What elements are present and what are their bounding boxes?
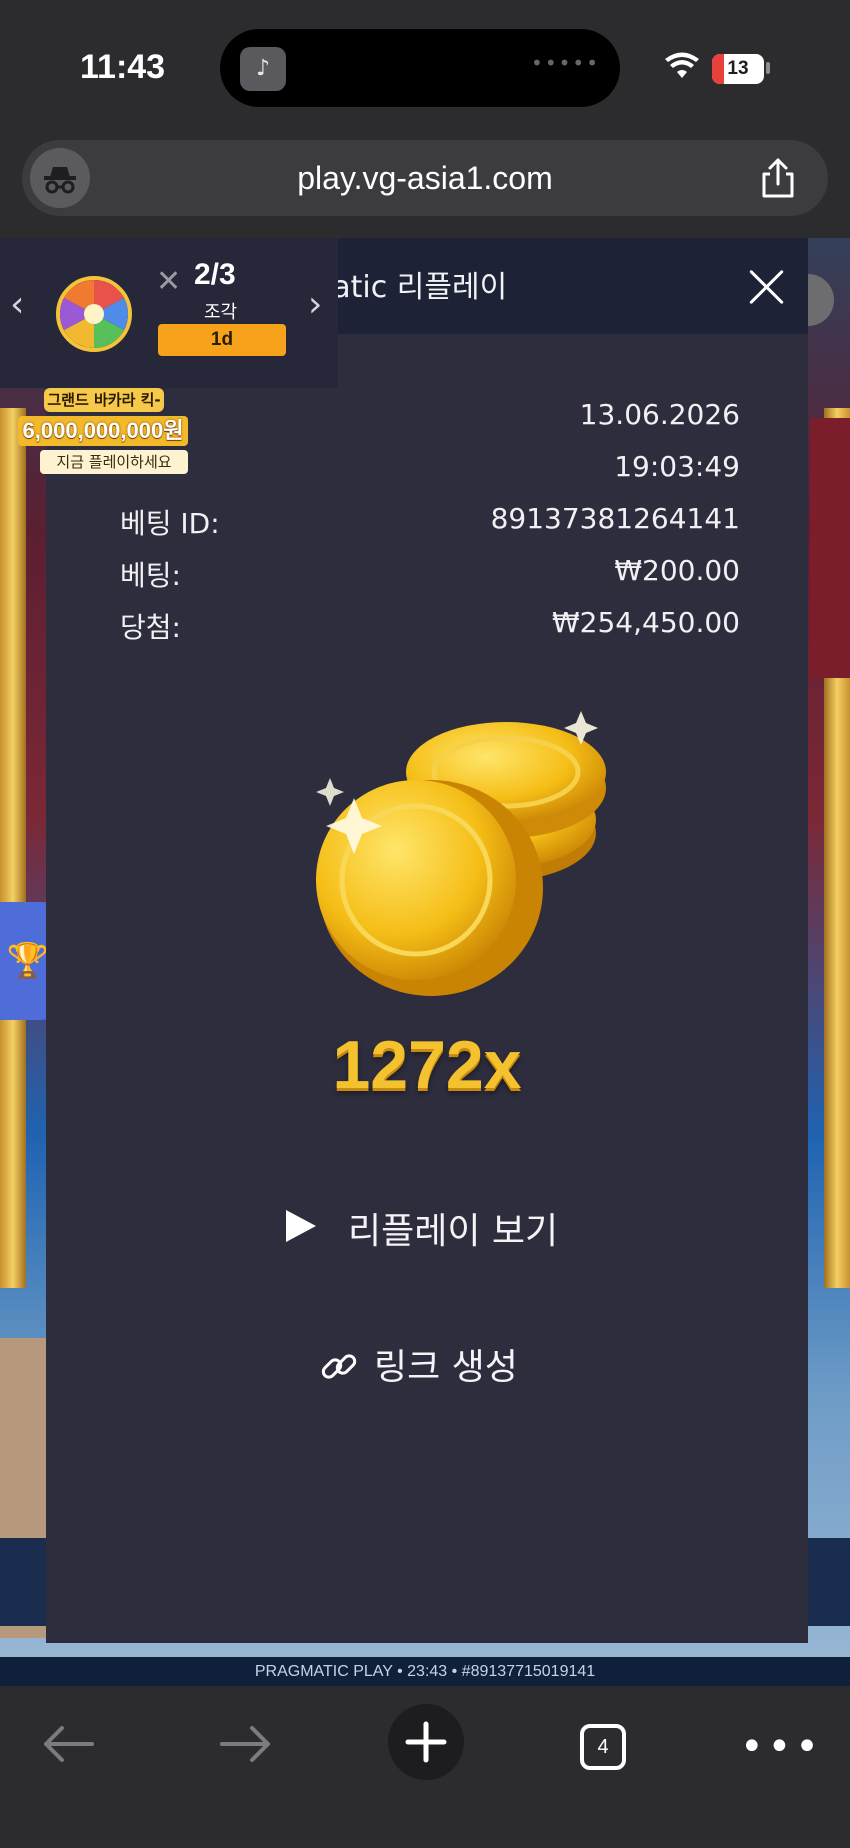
- timer-badge: 1d: [158, 324, 286, 356]
- win-multiplier: 1272x: [332, 1027, 522, 1103]
- screen: 11:43 ♪ ••••• 13 play.vg-asia1.com PRAGM…: [0, 0, 850, 1848]
- game-footer-text: PRAGMATIC PLAY • 23:43 • #89137715019141: [254, 1663, 596, 1680]
- win-value: ₩254,450.00: [551, 606, 740, 639]
- promo-banner[interactable]: 그랜드 바카라 킥-오프 6,000,000,000원 지금 플레이하세요: [18, 388, 188, 478]
- piece-label: 조각: [204, 302, 238, 323]
- dynamic-island: ♪ •••••: [220, 29, 620, 107]
- url-text[interactable]: play.vg-asia1.com: [22, 140, 828, 216]
- battery-icon: 13: [712, 54, 764, 84]
- piece-counter: 2/3: [194, 258, 236, 291]
- bet-id-value: 89137381264141: [490, 502, 740, 535]
- browser-toolbar: 4 •••: [0, 1686, 850, 1848]
- address-bar[interactable]: play.vg-asia1.com: [22, 140, 828, 216]
- dots-icon: •••••: [531, 51, 600, 75]
- time-row: 19:03:49: [120, 450, 740, 490]
- play-icon: [286, 1210, 316, 1242]
- plus-icon: [405, 1721, 447, 1763]
- bet-id-row: 베팅 ID: 89137381264141: [120, 502, 740, 542]
- promo-cta: 지금 플레이하세요: [40, 450, 188, 474]
- promo-amount: 6,000,000,000원: [18, 416, 188, 446]
- more-icon[interactable]: •••: [740, 1724, 823, 1770]
- wheel-icon[interactable]: [56, 276, 132, 352]
- game-footer: PRAGMATIC PLAY • 23:43 • #89137715019141: [0, 1657, 850, 1686]
- back-arrow-icon[interactable]: [40, 1724, 96, 1764]
- win-row: 당첨: ₩254,450.00: [120, 606, 740, 646]
- bet-id-label: 베팅 ID:: [120, 507, 220, 540]
- tabs-button[interactable]: 4: [580, 1724, 626, 1770]
- bet-label: 베팅:: [120, 559, 181, 592]
- battery-level: 13: [727, 58, 749, 79]
- spin-wheel-widget[interactable]: ‹ ✕ 2/3 조각 1d ›: [0, 238, 338, 388]
- widget-close-icon[interactable]: ✕: [156, 264, 181, 299]
- status-bar: 11:43 ♪ ••••• 13: [0, 0, 850, 135]
- chevron-right-icon[interactable]: ›: [308, 284, 322, 325]
- watch-replay-label: 리플레이 보기: [348, 1211, 559, 1252]
- time-value: 19:03:49: [614, 450, 740, 483]
- create-link-label: 링크 생성: [374, 1347, 518, 1388]
- chevron-left-icon[interactable]: ‹: [10, 284, 24, 325]
- close-icon[interactable]: [746, 266, 788, 308]
- wifi-icon: [665, 52, 699, 78]
- date-value: 13.06.2026: [579, 398, 740, 431]
- status-time: 11:43: [80, 48, 166, 86]
- forward-arrow-icon[interactable]: [218, 1724, 274, 1764]
- share-icon[interactable]: [758, 156, 798, 200]
- speaker-icon: ♪: [240, 47, 286, 91]
- gold-coins-icon: [316, 711, 606, 996]
- win-label: 당첨:: [120, 611, 181, 644]
- promo-title: 그랜드 바카라 킥-오프: [44, 388, 164, 433]
- link-icon: [321, 1354, 357, 1379]
- bet-value: ₩200.00: [614, 554, 740, 587]
- date-row: 13.06.2026: [120, 398, 740, 438]
- new-tab-button[interactable]: [388, 1704, 464, 1780]
- bet-row: 베팅: ₩200.00: [120, 554, 740, 594]
